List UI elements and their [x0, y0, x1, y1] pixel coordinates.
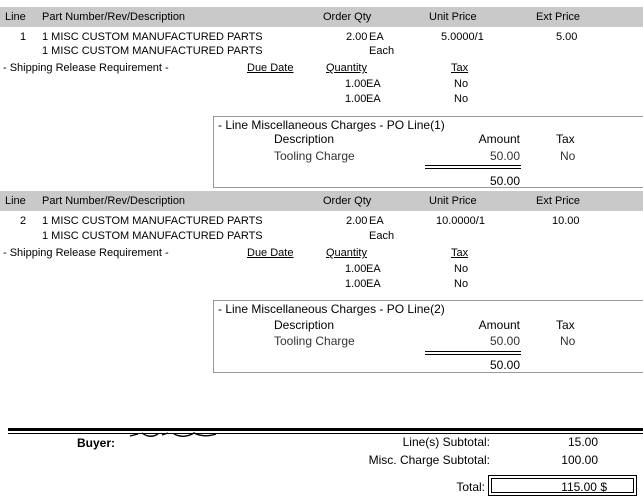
part-number: 1 MISC CUSTOM MANUFACTURED PARTS: [42, 215, 263, 227]
release-uom: EA: [366, 93, 381, 105]
part-description: 1 MISC CUSTOM MANUFACTURED PARTS: [42, 45, 263, 57]
misc-tax-header: Tax: [556, 318, 575, 332]
buyer-signature: [129, 432, 217, 437]
misc-item-tax: No: [560, 334, 576, 348]
release-qty: 1.00: [345, 263, 367, 275]
line-number: 1: [20, 31, 27, 43]
col-line-header: Line: [5, 195, 26, 207]
col-part-header: Part Number/Rev/Description: [42, 195, 186, 207]
order-uom-desc: Each: [369, 230, 395, 242]
total-box: 115.00 $: [488, 475, 637, 496]
release-uom: EA: [366, 278, 381, 290]
release-tax: No: [454, 93, 469, 105]
unit-price: 10.0000/1: [436, 215, 485, 227]
lines-subtotal-label: Line(s) Subtotal:: [402, 435, 490, 449]
shipping-release-label: - Shipping Release Requirement -: [3, 247, 169, 259]
col-line-header: Line: [5, 11, 26, 23]
misc-item-tax: No: [560, 149, 576, 163]
quantity-header: Quantity: [326, 247, 367, 259]
misc-item-amount: 50.00: [489, 149, 520, 163]
misc-total-rule: [425, 165, 521, 169]
misc-item-description: Tooling Charge: [274, 149, 355, 163]
release-qty: 1.00: [345, 278, 367, 290]
col-ext-price-header: Ext Price: [536, 195, 581, 207]
due-date-header: Due Date: [247, 62, 294, 74]
line-number: 2: [20, 215, 27, 227]
misc-item-description: Tooling Charge: [274, 334, 355, 348]
release-uom: EA: [366, 78, 381, 90]
col-unit-price-header: Unit Price: [429, 11, 477, 23]
line-table-header-2: Line Part Number/Rev/Description Order Q…: [0, 191, 643, 211]
misc-charges-box: - Line Miscellaneous Charges - PO Line(2…: [213, 300, 643, 373]
order-uom: EA: [369, 31, 384, 43]
tax-header: Tax: [451, 247, 469, 259]
release-tax: No: [454, 263, 469, 275]
release-tax: No: [454, 78, 469, 90]
tax-header: Tax: [451, 62, 469, 74]
misc-description-header: Description: [274, 318, 335, 332]
misc-charges-box: - Line Miscellaneous Charges - PO Line(1…: [213, 116, 643, 188]
ext-price: 10.00: [552, 215, 580, 227]
ext-price: 5.00: [556, 31, 578, 43]
order-uom-desc: Each: [369, 45, 395, 57]
col-order-qty-header: Order Qty: [323, 11, 372, 23]
total-label: Total:: [456, 480, 485, 494]
misc-charges-title: - Line Miscellaneous Charges - PO Line(1…: [218, 118, 445, 132]
misc-description-header: Description: [274, 132, 335, 146]
shipping-release-label: - Shipping Release Requirement -: [3, 62, 169, 74]
due-date-header: Due Date: [247, 247, 294, 259]
release-qty: 1.00: [345, 78, 367, 90]
part-description: 1 MISC CUSTOM MANUFACTURED PARTS: [42, 230, 263, 242]
misc-subtotal-label: Misc. Charge Subtotal:: [368, 453, 490, 467]
misc-tax-header: Tax: [556, 132, 575, 146]
misc-charges-title: - Line Miscellaneous Charges - PO Line(2…: [218, 302, 445, 316]
release-tax: No: [454, 278, 469, 290]
col-part-header: Part Number/Rev/Description: [42, 11, 186, 23]
col-order-qty-header: Order Qty: [323, 195, 372, 207]
buyer-label: Buyer:: [77, 436, 116, 450]
order-uom: EA: [369, 215, 384, 227]
misc-total: 50.00: [489, 358, 520, 372]
total-value: 115.00 $: [561, 480, 607, 494]
order-qty: 2.00: [346, 215, 368, 227]
misc-amount-header: Amount: [478, 132, 520, 146]
part-number: 1 MISC CUSTOM MANUFACTURED PARTS: [42, 31, 263, 43]
order-qty: 2.00: [346, 31, 368, 43]
misc-total: 50.00: [489, 174, 520, 188]
footer-rule-thick: [8, 428, 643, 431]
unit-price: 5.0000/1: [441, 31, 484, 43]
lines-subtotal-value: 15.00: [567, 435, 598, 449]
misc-item-amount: 50.00: [489, 334, 520, 348]
release-qty: 1.00: [345, 93, 367, 105]
misc-amount-header: Amount: [478, 318, 520, 332]
col-ext-price-header: Ext Price: [536, 11, 581, 23]
misc-total-rule: [425, 351, 521, 355]
line-table-header-1: Line Part Number/Rev/Description Order Q…: [0, 7, 643, 27]
col-unit-price-header: Unit Price: [429, 195, 477, 207]
footer-rule-thin: [8, 433, 643, 434]
misc-subtotal-value: 100.00: [561, 453, 598, 467]
quantity-header: Quantity: [326, 62, 367, 74]
release-uom: EA: [366, 263, 381, 275]
